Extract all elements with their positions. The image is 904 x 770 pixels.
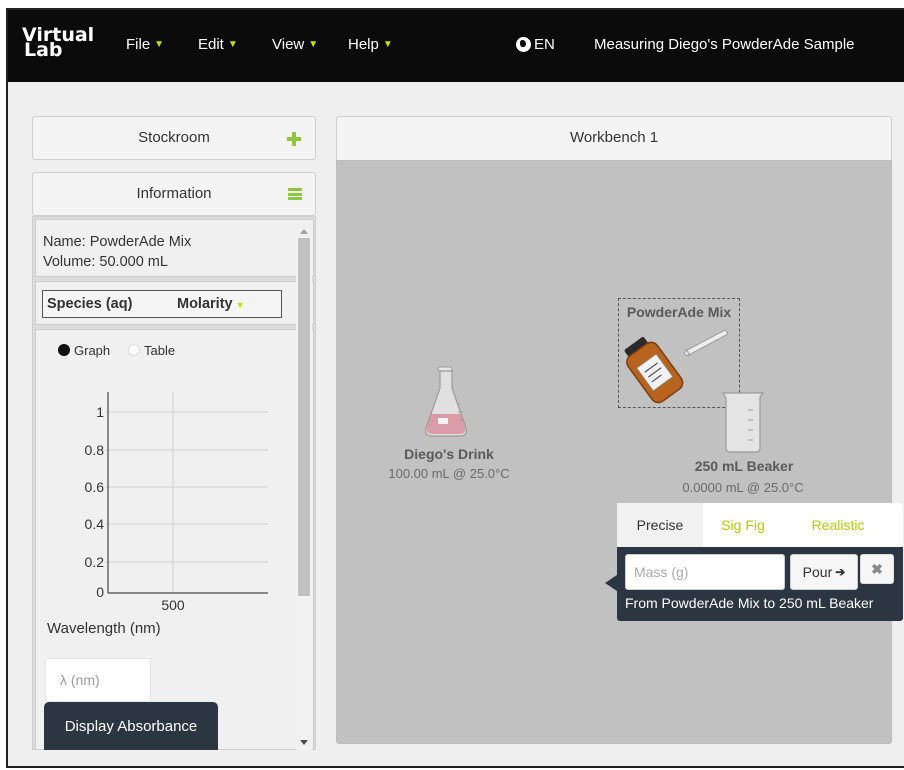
wavelength-input[interactable] bbox=[45, 658, 151, 702]
menu-file-label: File bbox=[126, 36, 151, 53]
language-label: EN bbox=[534, 36, 555, 53]
sign-in-icon: ➔ bbox=[835, 565, 846, 579]
tab-precise[interactable]: Precise bbox=[617, 503, 703, 547]
molarity-label: Molarity bbox=[177, 296, 233, 312]
menu-file[interactable]: File ▼ bbox=[126, 36, 164, 53]
solution-info-card: Name: PowderAde Mix Volume: 50.000 mL bbox=[35, 219, 314, 277]
hamburger-menu-icon[interactable] bbox=[288, 188, 302, 200]
top-navbar: Virtual Lab File ▼ Edit ▼ View ▼ Help ▼ EN M… bbox=[8, 10, 904, 82]
species-table-header: Species (aq) Molarity ▼ bbox=[42, 290, 282, 318]
menu-view-label: View bbox=[272, 36, 305, 53]
x-axis-label: Wavelength (nm) bbox=[47, 620, 161, 637]
workbench-header[interactable]: Workbench 1 bbox=[336, 116, 892, 160]
menu-help-label: Help bbox=[348, 36, 379, 53]
close-icon: ✖ bbox=[871, 560, 883, 577]
caret-down-icon: ▼ bbox=[154, 39, 165, 50]
popover-arrow bbox=[605, 575, 617, 591]
radio-selected-icon bbox=[58, 344, 70, 356]
language-selector[interactable]: EN bbox=[516, 36, 555, 53]
beaker-volume: 0.0000 mL @ 25.0°C bbox=[682, 480, 804, 495]
tab-sig-fig[interactable]: Sig Fig bbox=[703, 503, 783, 547]
menu-edit[interactable]: Edit ▼ bbox=[198, 36, 238, 53]
x-tick-label: 500 bbox=[161, 597, 185, 613]
precision-tabs: Precise Sig Fig Realistic bbox=[617, 503, 903, 547]
caret-down-icon: ▼ bbox=[308, 39, 319, 50]
scroll-up-icon[interactable] bbox=[300, 229, 308, 234]
table-radio-label: Table bbox=[144, 343, 176, 358]
y-tick-label: 0.4 bbox=[85, 516, 105, 532]
caret-down-icon: ▼ bbox=[227, 39, 238, 50]
pour-popover: Pour ➔ ✖ From PowderAde Mix to 250 mL Be… bbox=[617, 547, 903, 621]
species-card: Species (aq) Molarity ▼ bbox=[35, 281, 314, 325]
solution-volume: Volume: 50.000 mL bbox=[43, 254, 168, 270]
table-radio[interactable]: Table bbox=[128, 342, 175, 360]
stockroom-header[interactable]: Stockroom bbox=[32, 116, 316, 160]
menu-edit-label: Edit bbox=[198, 36, 224, 53]
molarity-dropdown[interactable]: Molarity ▼ bbox=[177, 296, 245, 312]
workbench-title: Workbench 1 bbox=[569, 129, 659, 146]
erlenmeyer-flask-icon[interactable] bbox=[422, 366, 470, 438]
y-tick-label: 0.6 bbox=[85, 479, 105, 495]
assignment-title: Measuring Diego's PowderAde Sample bbox=[594, 36, 855, 53]
globe-icon bbox=[516, 37, 531, 52]
transfer-description: From PowderAde Mix to 250 mL Beaker bbox=[625, 595, 874, 611]
graph-radio-label: Graph bbox=[74, 343, 111, 358]
pour-button[interactable]: Pour ➔ bbox=[790, 554, 858, 590]
menu-help[interactable]: Help ▼ bbox=[348, 36, 393, 53]
scroll-down-icon[interactable] bbox=[300, 740, 308, 745]
scroll-thumb[interactable] bbox=[298, 238, 310, 596]
species-header: Species (aq) bbox=[47, 296, 133, 312]
menu-view[interactable]: View ▼ bbox=[272, 36, 318, 53]
tab-realistic[interactable]: Realistic bbox=[787, 503, 889, 547]
flask-volume: 100.00 mL @ 25.0°C bbox=[388, 466, 510, 481]
caret-down-icon: ▼ bbox=[382, 39, 393, 50]
y-tick-label: 0.2 bbox=[85, 554, 105, 570]
beaker-label: 250 mL Beaker bbox=[694, 458, 794, 474]
stockroom-title: Stockroom bbox=[138, 129, 210, 146]
y-tick-label: 0 bbox=[96, 584, 104, 600]
mass-input[interactable] bbox=[625, 554, 785, 590]
spectrum-graph: 1 0.8 0.6 0.4 0.2 0 500 Wavelength (nm) bbox=[47, 392, 268, 637]
information-title: Information bbox=[136, 185, 212, 202]
pour-button-label: Pour bbox=[802, 564, 833, 580]
information-header[interactable]: Information bbox=[32, 172, 316, 216]
y-tick-label: 0.8 bbox=[85, 442, 105, 458]
caret-down-icon: ▼ bbox=[235, 300, 245, 310]
radio-unselected-icon bbox=[128, 344, 140, 356]
app-logo[interactable]: Virtual Lab bbox=[22, 26, 94, 60]
bottle-label: PowderAde Mix bbox=[626, 304, 732, 320]
plus-icon[interactable] bbox=[287, 132, 301, 146]
close-button[interactable]: ✖ bbox=[860, 554, 894, 584]
app-frame: Virtual Lab File ▼ Edit ▼ View ▼ Help ▼ EN M… bbox=[6, 8, 904, 768]
info-scrollbar[interactable] bbox=[296, 226, 312, 750]
y-tick-label: 1 bbox=[96, 404, 104, 420]
solution-name: Name: PowderAde Mix bbox=[43, 234, 192, 250]
beaker-icon[interactable] bbox=[720, 390, 766, 454]
display-absorbance-button[interactable]: Display Absorbance bbox=[44, 702, 218, 750]
flask-label: Diego's Drink bbox=[404, 446, 494, 462]
graph-radio[interactable]: Graph bbox=[58, 342, 110, 360]
